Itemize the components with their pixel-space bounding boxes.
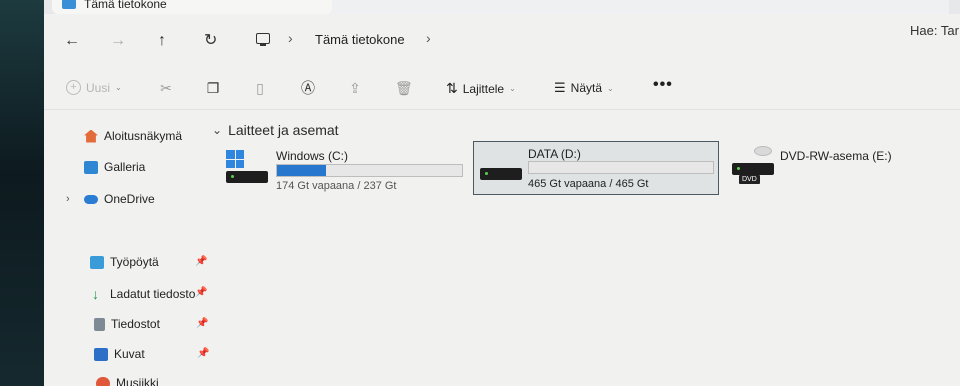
tab-title: Tämä tietokone xyxy=(84,0,167,11)
search-input[interactable]: Hae: Tar xyxy=(910,23,959,38)
drive-name: DVD-RW-asema (E:) xyxy=(780,149,892,163)
hard-drive-icon xyxy=(226,171,268,183)
pictures-icon xyxy=(94,347,108,361)
chevron-down-icon: ⌄ xyxy=(212,123,223,137)
sidebar-item-music[interactable]: Musiikki xyxy=(96,376,159,386)
breadcrumb-this-pc[interactable]: Tämä tietokone xyxy=(315,32,405,47)
sidebar-item-desktop[interactable]: Työpöytä xyxy=(90,255,159,269)
refresh-icon[interactable]: ↻ xyxy=(204,32,217,50)
drive-usage-fill xyxy=(277,165,327,176)
sidebar-item-documents[interactable]: Tiedostot xyxy=(94,317,160,331)
new-button-label: Uusi xyxy=(86,80,111,95)
share-icon[interactable]: ⇪ xyxy=(347,80,363,96)
optical-drive-icon xyxy=(732,163,774,175)
view-icon: ☰ xyxy=(554,80,566,95)
section-header-devices[interactable]: ⌄ Laitteet ja asemat xyxy=(212,122,339,138)
sidebar-item-label: Musiikki xyxy=(116,376,159,386)
sort-icon: ⇅ xyxy=(446,80,458,96)
pin-icon[interactable]: 📌 xyxy=(196,318,208,329)
drive-free-space: 174 Gt vapaana / 237 Gt xyxy=(276,180,397,192)
desktop-icon xyxy=(90,255,104,269)
breadcrumb-separator-end[interactable]: › xyxy=(426,30,431,46)
file-explorer-window: Tämä tietokone ← → ↑ ↻ › Tämä tietokone … xyxy=(44,0,960,386)
drive-name: DATA (D:) xyxy=(528,147,581,161)
up-arrow-icon[interactable]: ↑ xyxy=(158,32,166,50)
download-icon: ↓ xyxy=(92,286,99,302)
chevron-right-icon[interactable]: › xyxy=(66,193,78,205)
document-icon xyxy=(94,317,105,331)
forward-arrow-icon[interactable]: → xyxy=(110,32,126,50)
sidebar-item-downloads[interactable]: ↓ Ladatut tiedosto xyxy=(92,286,195,302)
pin-icon[interactable]: 📌 xyxy=(197,348,209,359)
dvd-badge: DVD xyxy=(739,175,760,184)
sidebar-item-label: Aloitusnäkymä xyxy=(104,129,183,143)
cut-icon[interactable]: ✂ xyxy=(158,80,174,96)
chevron-down-icon: ⌄ xyxy=(607,83,614,93)
sidebar-item-onedrive[interactable]: › OneDrive xyxy=(66,192,155,206)
sort-button-label: Lajittele xyxy=(462,81,505,96)
sidebar-item-label: Työpöytä xyxy=(110,255,159,269)
drive-d[interactable]: DATA (D:) 465 Gt vapaana / 465 Gt xyxy=(473,141,719,195)
sidebar-item-label: Tiedostot xyxy=(111,317,160,331)
folder-icon xyxy=(62,0,76,9)
rename-icon[interactable]: Ⓐ xyxy=(300,80,316,96)
hard-drive-icon xyxy=(480,168,522,180)
pin-icon[interactable]: 📌 xyxy=(195,287,207,298)
drive-e[interactable]: DVD DVD-RW-asema (E:) xyxy=(732,146,932,194)
plus-icon: + xyxy=(66,80,81,95)
sidebar-item-label: Galleria xyxy=(104,160,146,174)
tab-strip: Tämä tietokone xyxy=(44,0,960,14)
sidebar-item-pictures[interactable]: Kuvat xyxy=(94,347,145,361)
drive-c[interactable]: Windows (C:) 174 Gt vapaana / 237 Gt xyxy=(226,146,466,194)
windows-logo-icon xyxy=(226,150,244,168)
breadcrumb-separator[interactable]: › xyxy=(288,30,293,46)
chevron-down-icon: ⌄ xyxy=(115,83,122,92)
sidebar-item-label: OneDrive xyxy=(104,192,155,206)
disc-icon xyxy=(754,146,772,156)
new-tab-area[interactable] xyxy=(289,0,949,14)
command-bar: + Uusi ⌄ ✂ ❐ ▯ Ⓐ ⇪ 🗑 ⇅ Lajittele ⌄ ☰ Näy… xyxy=(44,66,960,110)
drive-usage-bar xyxy=(528,161,714,174)
sidebar-item-label: Kuvat xyxy=(114,347,145,361)
music-icon xyxy=(96,376,110,386)
back-arrow-icon[interactable]: ← xyxy=(64,32,80,50)
pin-icon[interactable]: 📌 xyxy=(195,256,207,267)
sidebar-item-gallery[interactable]: Galleria xyxy=(84,160,145,174)
sidebar-item-home[interactable]: Aloitusnäkymä xyxy=(84,129,182,143)
new-button[interactable]: + Uusi ⌄ xyxy=(66,80,122,95)
sidebar-item-label: Ladatut tiedosto xyxy=(110,287,196,301)
delete-icon[interactable]: 🗑 xyxy=(395,80,413,96)
sort-button[interactable]: ⇅ Lajittele ⌄ xyxy=(446,80,516,97)
paste-icon[interactable]: ▯ xyxy=(252,80,268,96)
home-icon xyxy=(84,129,98,143)
cloud-icon xyxy=(84,194,98,204)
view-button-label: Näytä xyxy=(570,81,603,95)
computer-icon xyxy=(256,33,270,46)
chevron-down-icon: ⌄ xyxy=(509,84,516,93)
section-title: Laitteet ja asemat xyxy=(228,122,339,138)
drive-usage-bar xyxy=(276,164,463,177)
view-button[interactable]: ☰ Näytä ⌄ xyxy=(554,80,614,96)
copy-icon[interactable]: ❐ xyxy=(205,80,221,96)
more-options-button[interactable]: ••• xyxy=(653,76,673,94)
tab-this-pc[interactable]: Tämä tietokone xyxy=(52,0,332,14)
gallery-icon xyxy=(84,160,98,174)
drive-name: Windows (C:) xyxy=(276,149,349,163)
drive-free-space: 465 Gt vapaana / 465 Gt xyxy=(528,178,649,190)
navigation-bar: ← → ↑ ↻ › Tämä tietokone › Hae: Tar xyxy=(44,20,960,64)
